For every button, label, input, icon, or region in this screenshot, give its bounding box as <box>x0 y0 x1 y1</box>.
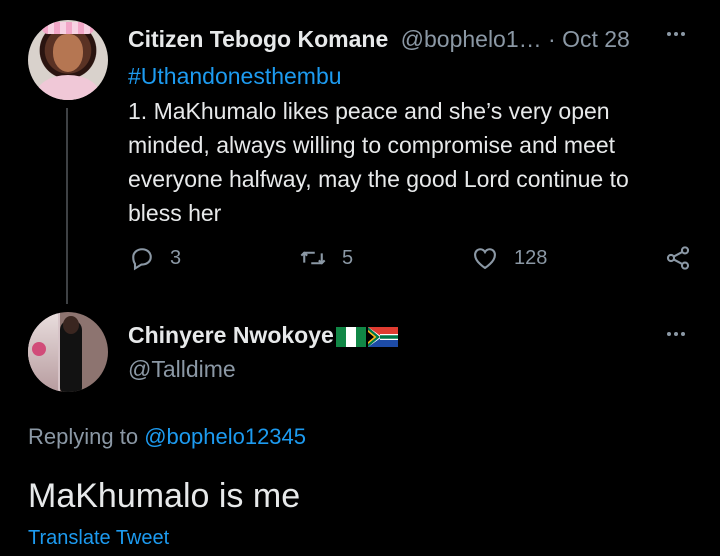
tweet1-handle[interactable]: @bophelo1… <box>401 26 542 52</box>
tweet1-date[interactable]: Oct 28 <box>562 26 630 52</box>
tweet1-hashtag[interactable]: #Uthandonesthembu <box>128 62 342 90</box>
south-africa-flag-icon <box>367 325 398 347</box>
like-button[interactable]: 128 <box>470 244 547 272</box>
avatar-face <box>53 34 83 72</box>
translate-tweet-link[interactable]: Translate Tweet <box>28 525 169 551</box>
replying-to-line: Replying to @bophelo12345 <box>28 423 306 451</box>
avatar-chinyere[interactable] <box>28 312 108 392</box>
avatar-head <box>63 316 79 334</box>
like-count: 128 <box>514 246 548 269</box>
tweet2-author-row: Chinyere Nwokoye <box>128 321 398 349</box>
tweet1-text: 1. MaKhumalo likes peace and she’s very … <box>128 98 629 226</box>
share-button[interactable] <box>664 244 692 272</box>
thread-connector-line <box>66 108 68 304</box>
nigeria-flag-icon <box>335 325 366 347</box>
more-icon[interactable] <box>667 332 685 336</box>
retweet-icon <box>298 244 328 272</box>
reply-button[interactable]: 3 <box>128 244 181 272</box>
more-icon[interactable] <box>667 32 685 36</box>
tweet1-author-name[interactable]: Citizen Tebogo Komane <box>128 26 388 52</box>
replying-to-handle[interactable]: @bophelo12345 <box>144 424 306 449</box>
replying-prefix: Replying to <box>28 424 139 449</box>
flower-crown <box>42 22 94 34</box>
tweet1-header: Citizen Tebogo Komane @bophelo1… · Oct 2… <box>128 25 630 53</box>
share-icon <box>664 244 692 272</box>
tweet2-text: MaKhumalo is me <box>28 477 301 515</box>
like-icon <box>470 244 500 272</box>
retweet-button[interactable]: 5 <box>298 244 353 272</box>
reply-count: 3 <box>170 246 182 269</box>
tweet1-separator: · <box>548 26 556 52</box>
avatar-decoration <box>32 342 46 356</box>
tweet2-author-name[interactable]: Chinyere Nwokoye <box>128 321 334 349</box>
avatar-tebogo[interactable] <box>28 20 108 100</box>
reply-icon <box>128 244 156 272</box>
avatar-shoulders <box>36 75 100 100</box>
tweet2-handle[interactable]: @Talldime <box>128 355 236 383</box>
retweet-count: 5 <box>342 246 354 269</box>
tweet1-actions: 3 5 128 <box>128 244 693 276</box>
